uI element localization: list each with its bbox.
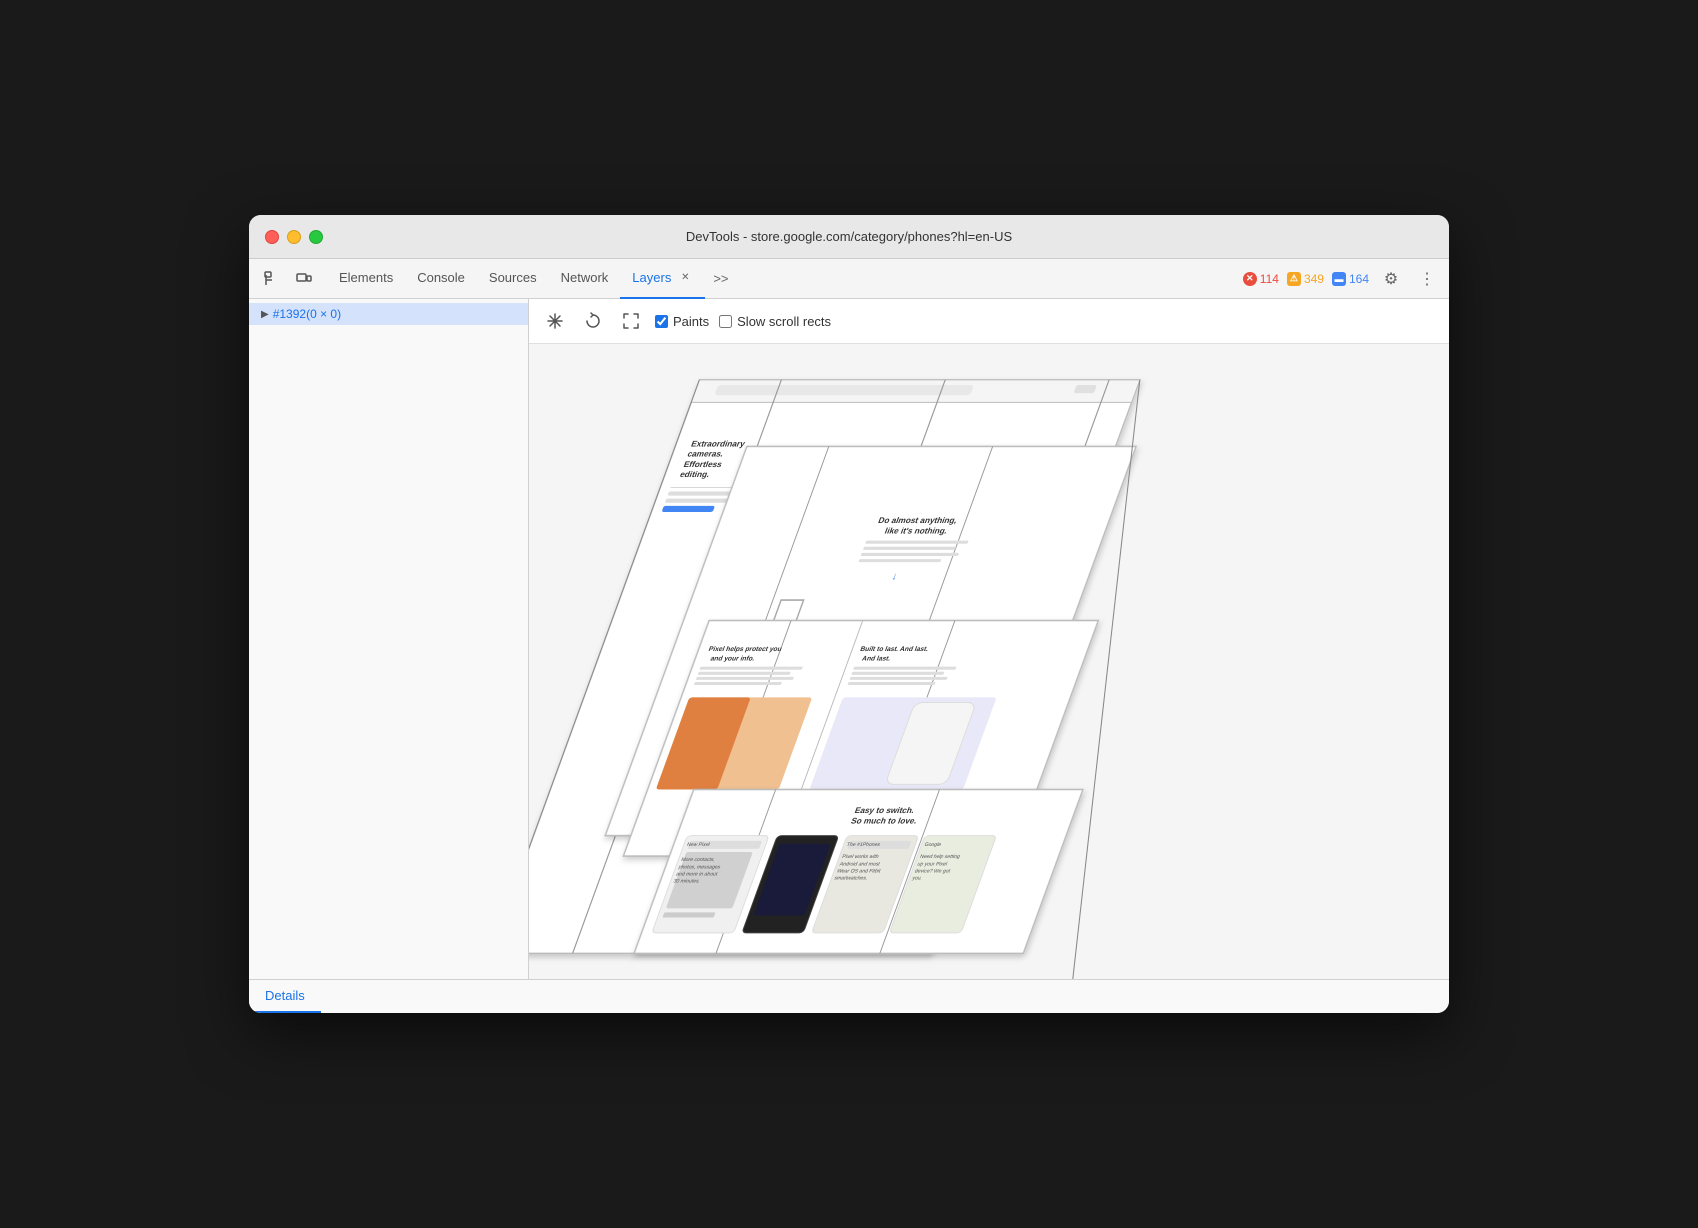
svg-text:And last.: And last. — [861, 656, 892, 663]
settings-icon[interactable]: ⚙ — [1377, 265, 1405, 293]
svg-text:30 minutes.: 30 minutes. — [672, 879, 700, 885]
message-icon: ▬ — [1332, 272, 1346, 286]
svg-text:Extraordinary: Extraordinary — [690, 439, 747, 449]
fit-tool-icon[interactable] — [617, 307, 645, 335]
svg-text:cameras.: cameras. — [686, 449, 725, 459]
tab-console[interactable]: Console — [405, 259, 477, 299]
layers-toolbar: Paints Slow scroll rects — [529, 299, 1449, 344]
close-button[interactable] — [265, 230, 279, 244]
devtools-toolbar: Elements Console Sources Network Layers … — [249, 259, 1449, 299]
svg-text:smartwatches.: smartwatches. — [833, 876, 868, 882]
svg-text:New Pixel: New Pixel — [686, 842, 711, 848]
svg-text:Pixel helps protect you: Pixel helps protect you — [707, 646, 782, 653]
more-tabs-button[interactable]: >> — [705, 271, 736, 286]
svg-text:So much to love.: So much to love. — [850, 816, 919, 826]
svg-text:editing.: editing. — [679, 469, 712, 479]
slow-scroll-checkbox[interactable] — [719, 315, 732, 328]
svg-text:up your Pixel: up your Pixel — [916, 861, 948, 867]
warning-icon: ⚠ — [1287, 272, 1301, 286]
devtools-window: DevTools - store.google.com/category/pho… — [249, 215, 1449, 1013]
expand-arrow: ▶ — [261, 309, 269, 320]
slow-scroll-checkbox-label[interactable]: Slow scroll rects — [719, 314, 831, 329]
tab-layers[interactable]: Layers ✕ — [620, 259, 705, 299]
svg-text:and your info.: and your info. — [709, 656, 755, 663]
devtools-tabs: Elements Console Sources Network Layers … — [327, 259, 1243, 299]
tab-sources[interactable]: Sources — [477, 259, 549, 299]
device-toggle-icon[interactable] — [289, 265, 319, 293]
svg-text:More contacts,: More contacts, — [680, 857, 716, 863]
svg-text:Google: Google — [923, 842, 942, 848]
paints-checkbox-label[interactable]: Paints — [655, 314, 709, 329]
traffic-lights — [265, 230, 323, 244]
maximize-button[interactable] — [309, 230, 323, 244]
pan-tool-icon[interactable] — [541, 307, 569, 335]
tab-network[interactable]: Network — [549, 259, 621, 299]
svg-text:Wear OS and Fitbit: Wear OS and Fitbit — [836, 869, 882, 875]
warning-badge[interactable]: ⚠ 349 — [1287, 272, 1324, 286]
inspect-element-icon[interactable] — [257, 265, 287, 293]
paints-checkbox[interactable] — [655, 315, 668, 328]
rotate-tool-icon[interactable] — [579, 307, 607, 335]
toolbar-right: ✕ 114 ⚠ 349 ▬ 164 ⚙ ⋮ — [1243, 265, 1441, 293]
toolbar-icons — [257, 265, 319, 293]
svg-text:and more in about: and more in about — [675, 872, 719, 878]
svg-text:device? We got: device? We got — [914, 869, 952, 875]
window-title: DevTools - store.google.com/category/pho… — [686, 229, 1012, 244]
details-tab[interactable]: Details — [249, 980, 321, 1013]
error-icon: ✕ — [1243, 272, 1257, 286]
svg-text:Need help setting: Need help setting — [919, 854, 961, 860]
svg-text:The #1Phones: The #1Phones — [846, 842, 882, 848]
message-badge[interactable]: ▬ 164 — [1332, 272, 1369, 286]
layer-item[interactable]: ▶ #1392(0 × 0) — [249, 303, 528, 325]
layers-canvas[interactable]: Extraordinary cameras. Effortless editin… — [529, 344, 1449, 979]
titlebar: DevTools - store.google.com/category/pho… — [249, 215, 1449, 259]
svg-text:Effortless: Effortless — [682, 459, 724, 469]
tab-elements[interactable]: Elements — [327, 259, 405, 299]
minimize-button[interactable] — [287, 230, 301, 244]
svg-text:photos, messages: photos, messages — [678, 865, 722, 871]
svg-text:like it's nothing.: like it's nothing. — [883, 526, 949, 536]
layers-content: Paints Slow scroll rects — [529, 299, 1449, 979]
layers-sidebar: ▶ #1392(0 × 0) — [249, 299, 529, 979]
error-badge[interactable]: ✕ 114 — [1243, 272, 1279, 286]
main-area: ▶ #1392(0 × 0) — [249, 299, 1449, 979]
bottom-bar: Details — [249, 979, 1449, 1013]
close-layers-tab[interactable]: ✕ — [677, 270, 693, 286]
more-options-icon[interactable]: ⋮ — [1413, 265, 1441, 293]
layers-3d-view: Extraordinary cameras. Effortless editin… — [529, 344, 1449, 979]
svg-text:Built to last. And last.: Built to last. And last. — [859, 646, 929, 653]
svg-text:Pixel works with: Pixel works with — [841, 854, 879, 860]
svg-text:Do almost anything,: Do almost anything, — [877, 515, 959, 525]
svg-text:Easy to switch.: Easy to switch. — [853, 805, 916, 815]
svg-text:Android and most: Android and most — [838, 861, 881, 867]
